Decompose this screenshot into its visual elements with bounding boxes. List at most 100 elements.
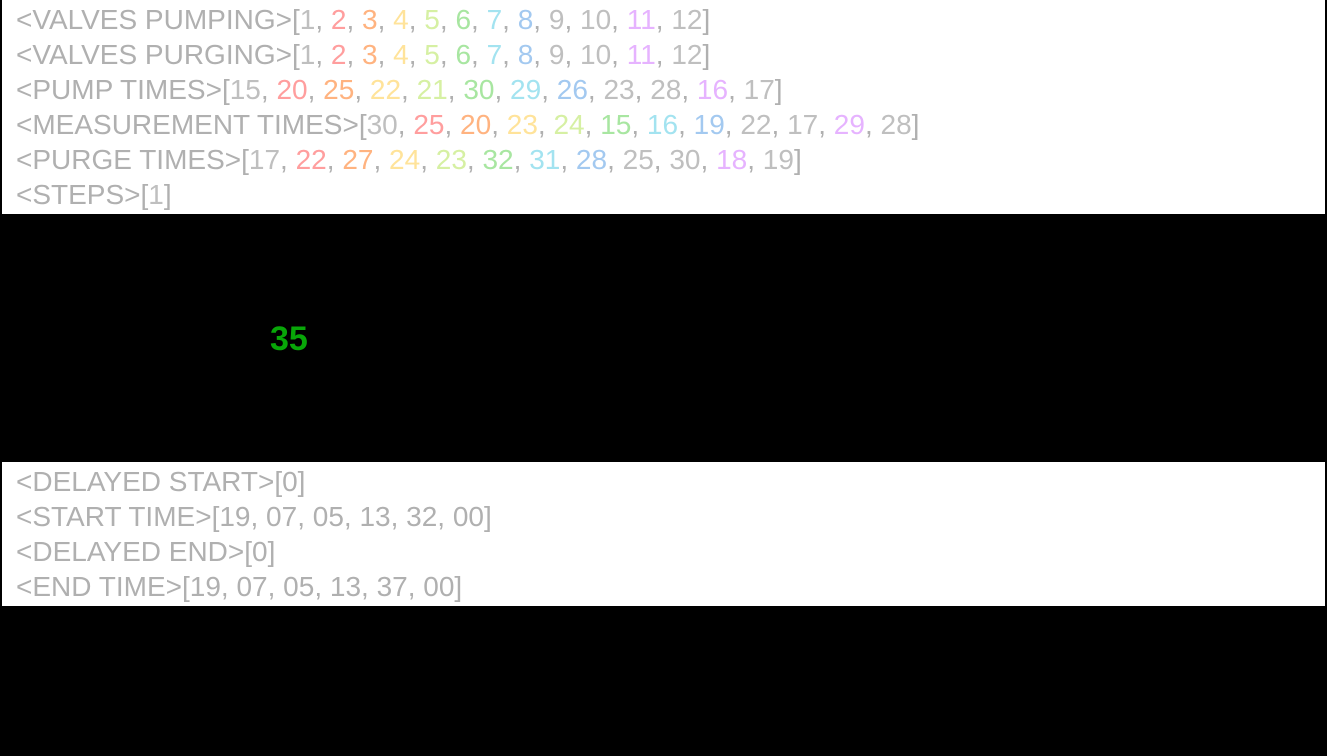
separator: , bbox=[701, 144, 717, 175]
separator: , bbox=[635, 74, 651, 105]
list-item: 10 bbox=[580, 39, 611, 70]
list-item: 4 bbox=[393, 39, 409, 70]
list-pump-times: 15, 20, 25, 22, 21, 30, 29, 26, 23, 28, … bbox=[230, 74, 775, 105]
separator: , bbox=[818, 109, 834, 140]
separator: , bbox=[631, 109, 647, 140]
separator: , bbox=[865, 109, 881, 140]
row-delayed-end: <DELAYED END>[0] bbox=[16, 534, 1311, 569]
list-item: 25 bbox=[623, 144, 654, 175]
config-panel-bottom: <DELAYED START>[0] <START TIME>[19, 07, … bbox=[0, 460, 1327, 608]
list-item: 17 bbox=[249, 144, 280, 175]
list-item: 11 bbox=[627, 39, 656, 70]
separator: , bbox=[725, 109, 741, 140]
list-item: 12 bbox=[671, 4, 702, 35]
list-item: 30 bbox=[463, 74, 494, 105]
separator: , bbox=[346, 39, 362, 70]
list-item: 11 bbox=[627, 4, 656, 35]
row-delayed-start: <DELAYED START>[0] bbox=[16, 464, 1311, 499]
list-item: 12 bbox=[671, 39, 702, 70]
bracket-open: [ bbox=[292, 4, 300, 35]
separator: , bbox=[656, 4, 672, 35]
separator: , bbox=[654, 144, 670, 175]
list-valves-purging: 1, 2, 3, 4, 5, 6, 7, 8, 9, 10, 11, 12 bbox=[300, 39, 703, 70]
list-item: 1 bbox=[300, 39, 316, 70]
list-item: 16 bbox=[697, 74, 728, 105]
separator: , bbox=[398, 109, 414, 140]
tag-purge-times: <PURGE TIMES> bbox=[16, 144, 241, 175]
separator: , bbox=[346, 4, 362, 35]
row-start-time: <START TIME>[19, 07, 05, 13, 32, 00] bbox=[16, 499, 1311, 534]
separator: , bbox=[560, 144, 576, 175]
separator: , bbox=[401, 74, 417, 105]
list-item: 7 bbox=[487, 39, 503, 70]
separator: , bbox=[585, 109, 601, 140]
list-item: 5 bbox=[424, 4, 440, 35]
tag-valves-purging: <VALVES PURGING> bbox=[16, 39, 292, 70]
separator: , bbox=[772, 109, 788, 140]
separator: , bbox=[440, 4, 456, 35]
tag-start-time: <START TIME> bbox=[16, 501, 212, 532]
list-item: 28 bbox=[650, 74, 681, 105]
bracket-open: [ bbox=[222, 74, 230, 105]
list-item: 16 bbox=[647, 109, 678, 140]
separator: , bbox=[354, 74, 370, 105]
list-purge-times: 17, 22, 27, 24, 23, 32, 31, 28, 25, 30, … bbox=[249, 144, 794, 175]
list-item: 21 bbox=[417, 74, 448, 105]
bracket-close: ] bbox=[703, 4, 711, 35]
separator: , bbox=[678, 109, 694, 140]
list-item: 22 bbox=[740, 109, 771, 140]
list-item: 19 bbox=[763, 144, 794, 175]
separator: , bbox=[728, 74, 744, 105]
list-item: 29 bbox=[834, 109, 865, 140]
list-item: 18 bbox=[716, 144, 747, 175]
separator: , bbox=[564, 39, 580, 70]
separator: , bbox=[502, 4, 518, 35]
list-item: 20 bbox=[460, 109, 491, 140]
separator: , bbox=[541, 74, 557, 105]
list-item: 17 bbox=[744, 74, 775, 105]
bracket-open: [ bbox=[292, 39, 300, 70]
value-end-time: [19, 07, 05, 13, 37, 00] bbox=[182, 571, 462, 602]
list-item: 19 bbox=[694, 109, 725, 140]
bracket-close: ] bbox=[703, 39, 711, 70]
tag-delayed-end: <DELAYED END> bbox=[16, 536, 244, 567]
separator: , bbox=[514, 144, 530, 175]
list-item: 15 bbox=[230, 74, 261, 105]
list-item: 3 bbox=[362, 39, 378, 70]
tag-measurement-times: <MEASUREMENT TIMES> bbox=[16, 109, 359, 140]
row-end-time: <END TIME>[19, 07, 05, 13, 37, 00] bbox=[16, 569, 1311, 604]
separator: , bbox=[564, 4, 580, 35]
bracket-close: ] bbox=[775, 74, 783, 105]
list-item: 9 bbox=[549, 39, 565, 70]
row-pump-times: <PUMP TIMES>[15, 20, 25, 22, 21, 30, 29,… bbox=[16, 72, 1311, 107]
list-item: 8 bbox=[518, 39, 534, 70]
status-number: 35 bbox=[270, 318, 308, 361]
value-delayed-end: [0] bbox=[244, 536, 275, 567]
status-strip: 35 bbox=[0, 216, 1327, 460]
list-item: 25 bbox=[323, 74, 354, 105]
list-item: 17 bbox=[787, 109, 818, 140]
separator: , bbox=[611, 39, 627, 70]
separator: , bbox=[538, 109, 554, 140]
list-item: 5 bbox=[424, 39, 440, 70]
separator: , bbox=[747, 144, 763, 175]
config-panel-top: <VALVES PUMPING>[1, 2, 3, 4, 5, 6, 7, 8,… bbox=[0, 0, 1327, 216]
bracket-close: ] bbox=[164, 179, 172, 210]
separator: , bbox=[409, 39, 425, 70]
list-item: 22 bbox=[296, 144, 327, 175]
list-item: 2 bbox=[331, 4, 347, 35]
separator: , bbox=[467, 144, 483, 175]
separator: , bbox=[308, 74, 324, 105]
bracket-open: [ bbox=[359, 109, 367, 140]
row-measurement-times: <MEASUREMENT TIMES>[30, 25, 20, 23, 24, … bbox=[16, 107, 1311, 142]
list-item: 23 bbox=[603, 74, 634, 105]
separator: , bbox=[440, 39, 456, 70]
list-item: 3 bbox=[362, 4, 378, 35]
list-item: 27 bbox=[342, 144, 373, 175]
separator: , bbox=[378, 39, 394, 70]
separator: , bbox=[502, 39, 518, 70]
separator: , bbox=[494, 74, 510, 105]
row-steps: <STEPS>[1] bbox=[16, 177, 1311, 212]
bracket-open: [ bbox=[241, 144, 249, 175]
value-start-time: [19, 07, 05, 13, 32, 00] bbox=[212, 501, 492, 532]
